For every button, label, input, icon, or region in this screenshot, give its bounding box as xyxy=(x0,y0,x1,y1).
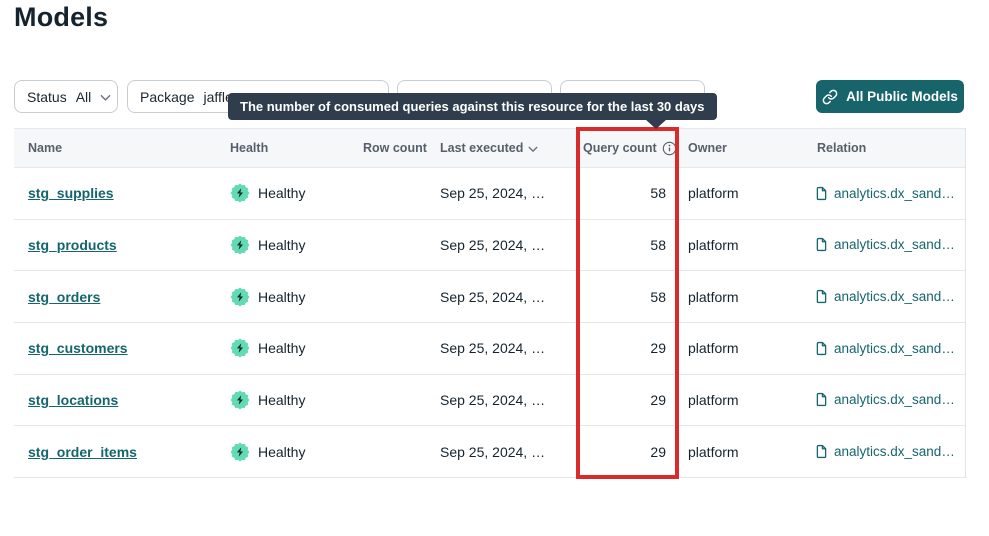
column-header-query-count-label: Query count xyxy=(583,141,657,155)
health-status-label: Healthy xyxy=(258,444,305,460)
table-row: stg_orders Healthy Sep 25, 2024, … 58 pl… xyxy=(14,271,965,323)
model-name-link[interactable]: stg_customers xyxy=(28,340,128,356)
all-public-models-button[interactable]: All Public Models xyxy=(816,80,964,113)
healthy-badge-icon xyxy=(230,390,250,410)
table-row: stg_products Healthy Sep 25, 2024, … 58 … xyxy=(14,220,965,272)
package-filter-label: Package xyxy=(140,89,194,105)
healthy-badge-icon xyxy=(230,235,250,255)
table-header-row: Name Health Row count Last executed Quer… xyxy=(14,128,965,168)
document-icon xyxy=(814,444,829,459)
tooltip-arrow xyxy=(645,119,667,129)
model-name-link[interactable]: stg_locations xyxy=(28,392,118,408)
owner-cell: platform xyxy=(679,444,812,460)
info-icon[interactable] xyxy=(662,141,677,156)
query-count-cell: 29 xyxy=(576,444,679,460)
owner-cell: platform xyxy=(679,237,812,253)
status-filter-value: All xyxy=(76,89,92,105)
table-row: stg_supplies Healthy Sep 25, 2024, … 58 … xyxy=(14,168,965,220)
healthy-badge-icon xyxy=(230,442,250,462)
last-executed-cell: Sep 25, 2024, … xyxy=(440,444,576,460)
last-executed-cell: Sep 25, 2024, … xyxy=(440,237,576,253)
table-body: stg_supplies Healthy Sep 25, 2024, … 58 … xyxy=(14,168,965,478)
column-header-owner[interactable]: Owner xyxy=(679,141,812,155)
column-header-health[interactable]: Health xyxy=(230,141,355,155)
all-public-models-label: All Public Models xyxy=(846,89,958,104)
model-name-link[interactable]: stg_supplies xyxy=(28,185,114,201)
table-row: stg_order_items Healthy Sep 25, 2024, … … xyxy=(14,426,965,478)
column-header-query-count[interactable]: Query count xyxy=(576,140,679,156)
model-name-link[interactable]: stg_order_items xyxy=(28,444,137,460)
document-icon xyxy=(814,392,829,407)
status-filter-dropdown[interactable]: Status All xyxy=(14,80,118,113)
last-executed-cell: Sep 25, 2024, … xyxy=(440,340,576,356)
status-filter-label: Status xyxy=(27,89,67,105)
column-header-name[interactable]: Name xyxy=(14,141,230,155)
document-icon xyxy=(814,186,829,201)
health-status-label: Healthy xyxy=(258,392,305,408)
relation-link[interactable]: analytics.dx_sand… xyxy=(834,237,955,252)
document-icon xyxy=(814,341,829,356)
query-count-cell: 58 xyxy=(576,185,679,201)
table-row: stg_customers Healthy Sep 25, 2024, … 29… xyxy=(14,323,965,375)
query-count-tooltip: The number of consumed queries against t… xyxy=(228,93,717,120)
relation-link[interactable]: analytics.dx_sand… xyxy=(834,392,955,407)
owner-cell: platform xyxy=(679,289,812,305)
models-table: Name Health Row count Last executed Quer… xyxy=(14,128,966,478)
last-executed-cell: Sep 25, 2024, … xyxy=(440,289,576,305)
owner-cell: platform xyxy=(679,340,812,356)
health-status-label: Healthy xyxy=(258,237,305,253)
owner-cell: platform xyxy=(679,185,812,201)
health-status-label: Healthy xyxy=(258,185,305,201)
table-row: stg_locations Healthy Sep 25, 2024, … 29… xyxy=(14,375,965,427)
health-status-label: Healthy xyxy=(258,340,305,356)
query-count-cell: 58 xyxy=(576,237,679,253)
relation-link[interactable]: analytics.dx_sand… xyxy=(834,341,955,356)
column-header-row-count[interactable]: Row count xyxy=(355,141,440,155)
relation-link[interactable]: analytics.dx_sand… xyxy=(834,186,955,201)
column-header-last-executed[interactable]: Last executed xyxy=(440,141,576,155)
healthy-badge-icon xyxy=(230,338,250,358)
page-title: Models xyxy=(14,2,108,33)
healthy-badge-icon xyxy=(230,183,250,203)
chevron-down-icon xyxy=(100,94,111,102)
column-header-last-executed-label: Last executed xyxy=(440,141,523,155)
model-name-link[interactable]: stg_orders xyxy=(28,289,100,305)
document-icon xyxy=(814,237,829,252)
query-count-cell: 58 xyxy=(576,289,679,305)
last-executed-cell: Sep 25, 2024, … xyxy=(440,185,576,201)
relation-link[interactable]: analytics.dx_sand… xyxy=(834,444,955,459)
owner-cell: platform xyxy=(679,392,812,408)
query-count-cell: 29 xyxy=(576,340,679,356)
last-executed-cell: Sep 25, 2024, … xyxy=(440,392,576,408)
model-name-link[interactable]: stg_products xyxy=(28,237,117,253)
sort-chevron-icon xyxy=(528,146,538,153)
health-status-label: Healthy xyxy=(258,289,305,305)
document-icon xyxy=(814,289,829,304)
healthy-badge-icon xyxy=(230,287,250,307)
query-count-cell: 29 xyxy=(576,392,679,408)
column-header-relation[interactable]: Relation xyxy=(812,141,966,155)
link-icon xyxy=(822,89,838,105)
relation-link[interactable]: analytics.dx_sand… xyxy=(834,289,955,304)
